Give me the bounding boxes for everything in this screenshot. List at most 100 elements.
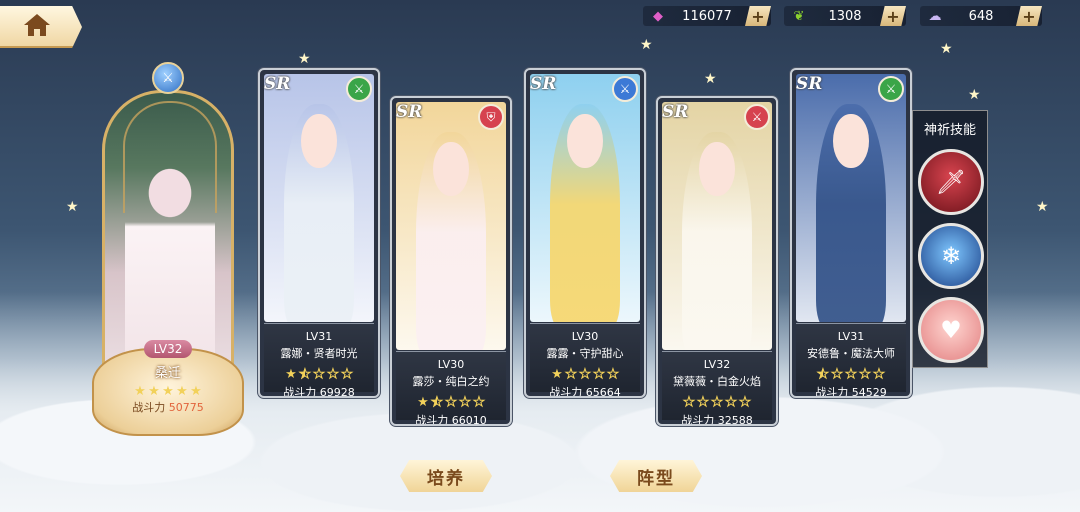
snowflake-icon[interactable]: ❄: [918, 223, 984, 289]
star-icon: ★: [859, 367, 872, 382]
sword-icon: ⚔: [152, 62, 184, 94]
skills-panel: 神祈技能 🗡 ❄ ♥: [912, 110, 988, 368]
sword-icon: ⚔: [744, 104, 770, 130]
rarity-label: SR: [530, 74, 557, 94]
rarity-label: SR: [264, 74, 291, 94]
resource-bar-gems: ◆ 116077 +: [643, 6, 771, 26]
level-label: LV31: [837, 330, 865, 343]
star-icon: ★: [417, 395, 429, 410]
star-icon: ★: [341, 367, 354, 382]
character-art: [264, 74, 374, 322]
star-icon: ★: [299, 367, 312, 382]
character-card[interactable]: SR ⚔ LV31 露娜・贤者时光 ★ ★ ★ ★ ★ 战斗力 69928: [258, 68, 380, 398]
featured-character-card[interactable]: ⚔ LV32 桑迁 ★ ★ ★ ★ ★ 战斗力 50775: [92, 62, 244, 436]
character-face: [301, 113, 337, 169]
level-label: LV31: [305, 330, 333, 343]
star-icon: ★: [148, 384, 160, 399]
character-art: [662, 102, 772, 350]
character-card[interactable]: SR ⛨ LV30 露莎・纯白之约 ★ ★ ★ ★ ★ 战斗力 66010: [390, 96, 512, 426]
power-readout: 战斗力 66010: [415, 414, 487, 426]
power-value: 50775: [168, 401, 204, 414]
character-card[interactable]: SR ⚔ LV32 黛薇薇・白金火焰 ★ ★ ★ ★ ★ 战斗力 32588: [656, 96, 778, 426]
star-icon: ★: [683, 395, 696, 410]
level-label: LV30: [571, 330, 599, 343]
sword-icon: ⚔: [346, 76, 372, 102]
star-icon: ★: [459, 395, 472, 410]
formation-button[interactable]: 阵型: [610, 460, 702, 492]
star-icon: ★: [873, 367, 886, 382]
character-name: 安德鲁・魔法大师: [807, 347, 895, 360]
green-leaf-icon: ❦: [793, 8, 805, 24]
skills-title: 神祈技能: [923, 123, 976, 138]
resource-bar-leaves: ❦ 1308 +: [784, 6, 906, 26]
star-icon: ★: [739, 395, 752, 410]
resource-value: 1308: [828, 8, 862, 24]
star-icon: ★: [845, 367, 858, 382]
level-label: LV32: [703, 358, 731, 371]
sword-icon: ⚔: [878, 76, 904, 102]
star-icon: ★: [176, 384, 188, 399]
star-icon: ★: [565, 367, 578, 382]
star-icon: ★: [285, 367, 297, 382]
power-readout: 战斗力 69928: [283, 386, 355, 398]
character-card[interactable]: SR ⚔ LV31 安德鲁・魔法大师 ★ ★ ★ ★ ★ 战斗力 54529: [790, 68, 912, 398]
power-readout: 战斗力 50775: [94, 399, 242, 415]
featured-plaque: LV32 桑迁 ★ ★ ★ ★ ★ 战斗力 50775: [92, 340, 244, 436]
character-art: [530, 74, 640, 322]
card-info: LV30 露露・守护甜心 ★ ★ ★ ★ ★ 战斗力 65664: [530, 323, 640, 396]
cloud-crystal-icon: ☁: [928, 8, 942, 24]
add-gems-button[interactable]: +: [745, 6, 771, 26]
star-icon: ★: [327, 367, 340, 382]
star-rating: ★ ★ ★ ★ ★: [796, 363, 906, 382]
card-info: LV31 安德鲁・魔法大师 ★ ★ ★ ★ ★ 战斗力 54529: [796, 323, 906, 396]
heart-shield-icon[interactable]: ♥: [918, 297, 984, 363]
character-art: [796, 74, 906, 322]
home-icon: [24, 14, 50, 36]
star-icon: ★: [725, 395, 738, 410]
character-face: [833, 113, 869, 169]
flame-sword-icon[interactable]: 🗡: [918, 149, 984, 215]
card-info: LV32 黛薇薇・白金火焰 ★ ★ ★ ★ ★ 战斗力 32588: [662, 351, 772, 424]
star-rating: ★ ★ ★ ★ ★: [530, 363, 640, 382]
star-rating: ★ ★ ★ ★ ★: [396, 391, 506, 410]
star-icon: ★: [445, 395, 458, 410]
resource-bar-crystals: ☁ 648 +: [920, 6, 1042, 26]
character-art: [396, 102, 506, 350]
star-icon: ★: [593, 367, 606, 382]
add-leaves-button[interactable]: +: [880, 6, 906, 26]
character-name: 桑迁: [154, 366, 181, 381]
card-info: LV31 露娜・贤者时光 ★ ★ ★ ★ ★ 战斗力 69928: [264, 323, 374, 396]
character-name: 黛薇薇・白金火焰: [673, 375, 761, 388]
power-readout: 战斗力 54529: [815, 386, 887, 398]
character-face: [699, 141, 735, 197]
sword-icon: ⚔: [612, 76, 638, 102]
star-icon: ★: [313, 367, 326, 382]
level-badge: LV32: [144, 340, 192, 358]
star-rating: ★ ★ ★ ★ ★: [94, 380, 242, 399]
power-readout: 战斗力 65664: [549, 386, 621, 398]
star-icon: ★: [162, 384, 174, 399]
rarity-label: SR: [796, 74, 823, 94]
star-icon: ★: [831, 367, 844, 382]
star-icon: ★: [817, 367, 830, 382]
star-icon: ★: [579, 367, 592, 382]
star-icon: ★: [190, 384, 202, 399]
power-label: 战斗力: [132, 401, 166, 414]
home-button[interactable]: [0, 6, 82, 48]
character-face: [567, 113, 603, 169]
star-icon: ★: [711, 395, 724, 410]
character-name: 露露・守护甜心: [546, 347, 624, 360]
rarity-label: SR: [396, 102, 423, 122]
star-icon: ★: [134, 384, 146, 399]
power-readout: 战斗力 32588: [681, 414, 753, 426]
star-icon: ★: [697, 395, 710, 410]
train-button[interactable]: 培养: [400, 460, 492, 492]
character-face: [433, 141, 469, 197]
star-rating: ★ ★ ★ ★ ★: [662, 391, 772, 410]
pink-gem-icon: ◆: [653, 8, 663, 24]
card-info: LV30 露莎・纯白之约 ★ ★ ★ ★ ★ 战斗力 66010: [396, 351, 506, 424]
star-icon: ★: [607, 367, 620, 382]
character-card[interactable]: SR ⚔ LV30 露露・守护甜心 ★ ★ ★ ★ ★ 战斗力 65664: [524, 68, 646, 398]
add-crystals-button[interactable]: +: [1016, 6, 1042, 26]
star-icon: ★: [431, 395, 444, 410]
